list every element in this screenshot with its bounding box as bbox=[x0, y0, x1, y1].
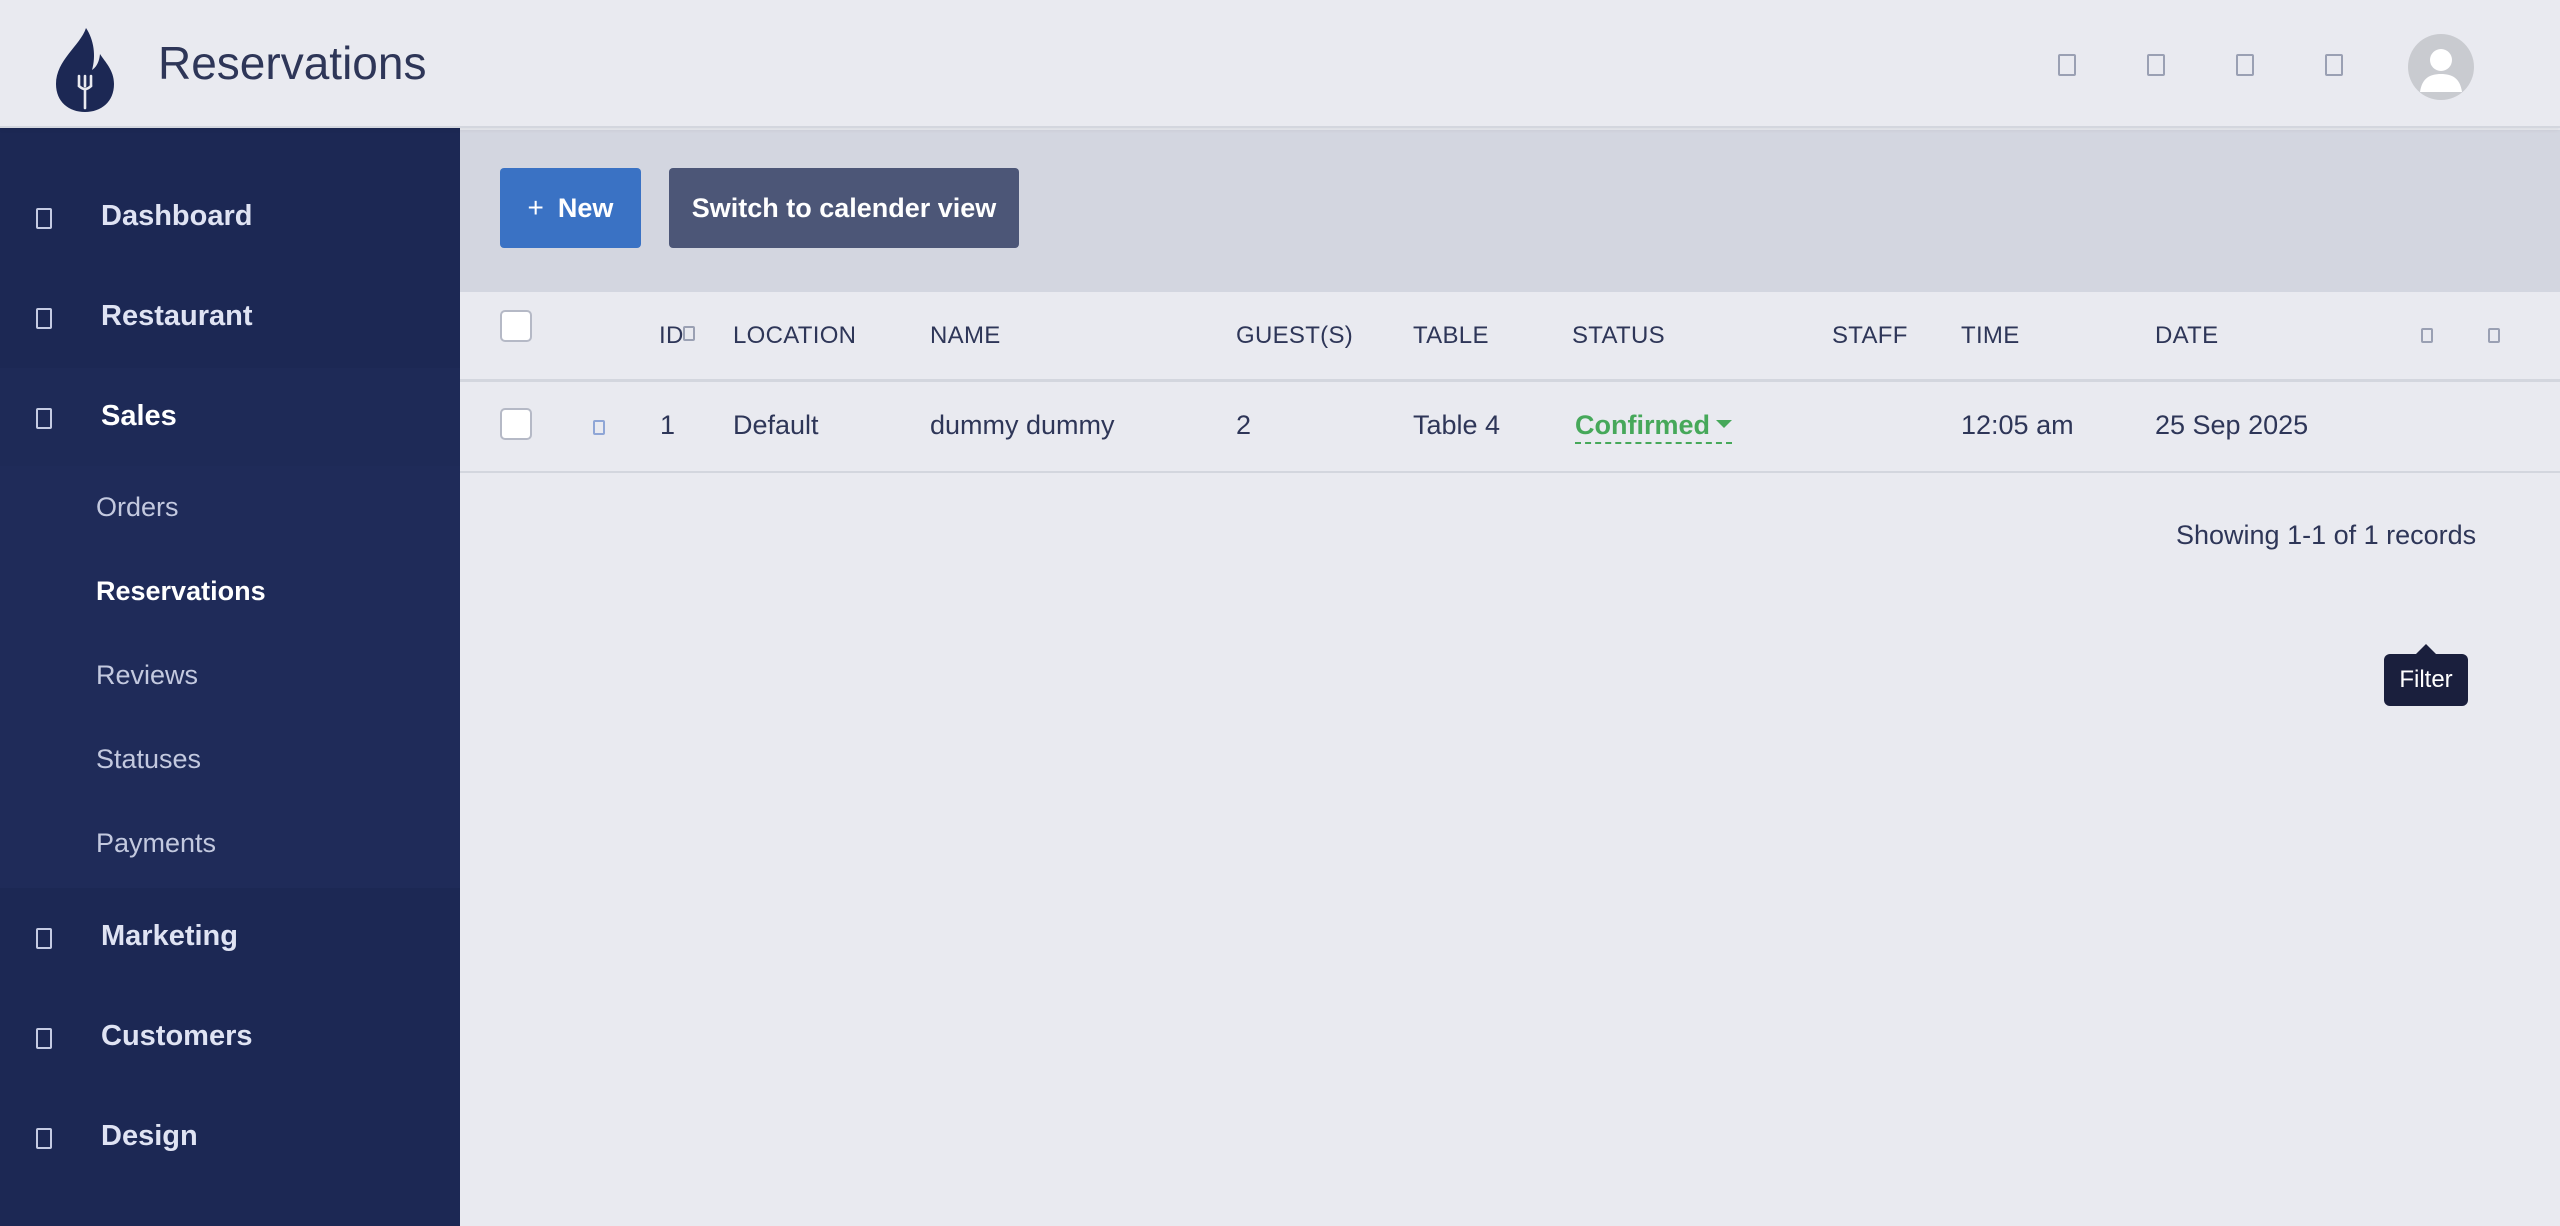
sales-icon bbox=[36, 408, 52, 429]
status-dropdown[interactable]: Confirmed bbox=[1575, 410, 1732, 444]
sidebar: Dashboard Restaurant Sales Orders Reserv… bbox=[0, 128, 460, 1226]
table-header: ID LOCATION NAME GUEST(S) TABLE STATUS S… bbox=[460, 292, 2560, 382]
column-header-id[interactable]: ID bbox=[659, 322, 684, 350]
cell-location: Default bbox=[733, 410, 819, 440]
new-button-label: New bbox=[557, 192, 614, 223]
sidebar-subitem-payments[interactable]: Payments bbox=[96, 828, 216, 859]
column-header-staff[interactable]: STAFF bbox=[1832, 322, 1908, 350]
sidebar-subitem-reservations[interactable]: Reservations bbox=[96, 576, 266, 607]
column-settings-icon[interactable] bbox=[2488, 328, 2500, 343]
switch-calendar-view-button[interactable]: Switch to calender view bbox=[669, 168, 1019, 248]
top-header: Reservations bbox=[0, 0, 2560, 128]
filter-tooltip: Filter bbox=[2384, 644, 2468, 706]
sidebar-subitem-reviews[interactable]: Reviews bbox=[96, 660, 198, 691]
new-button[interactable]: + New bbox=[500, 168, 641, 248]
sidebar-subitem-statuses[interactable]: Statuses bbox=[96, 744, 201, 775]
row-checkbox[interactable] bbox=[500, 408, 532, 440]
message-icon[interactable] bbox=[2147, 54, 2165, 76]
plus-icon: + bbox=[527, 192, 544, 223]
column-header-name[interactable]: NAME bbox=[930, 322, 1001, 350]
user-avatar-icon bbox=[2420, 49, 2462, 92]
sidebar-item-restaurant[interactable]: Restaurant bbox=[0, 268, 460, 368]
caret-down-icon bbox=[1716, 419, 1732, 428]
column-header-date[interactable]: DATE bbox=[2155, 322, 2218, 350]
column-header-location[interactable]: LOCATION bbox=[733, 322, 856, 350]
sidebar-subitem-orders[interactable]: Orders bbox=[96, 492, 179, 523]
user-avatar[interactable] bbox=[2408, 34, 2474, 100]
sidebar-item-marketing[interactable]: Marketing bbox=[0, 888, 460, 988]
column-header-table[interactable]: TABLE bbox=[1413, 322, 1489, 350]
cell-time: 12:05 am bbox=[1961, 410, 2074, 440]
pagination-summary: Showing 1-1 of 1 records bbox=[2176, 520, 2477, 550]
sidebar-item-dashboard[interactable]: Dashboard bbox=[0, 168, 460, 268]
status-label: Confirmed bbox=[1575, 410, 1710, 440]
page-title: Reservations bbox=[158, 37, 427, 89]
sidebar-item-label: Design bbox=[101, 1120, 198, 1152]
dashboard-icon bbox=[36, 208, 52, 229]
notification-icon[interactable] bbox=[2058, 54, 2076, 76]
cell-date: 25 Sep 2025 bbox=[2155, 410, 2309, 440]
flame-fork-icon[interactable] bbox=[50, 26, 120, 114]
sidebar-item-label: Marketing bbox=[101, 920, 238, 952]
sidebar-item-label: Dashboard bbox=[101, 200, 253, 232]
cell-name: dummy dummy bbox=[930, 410, 1115, 440]
switch-button-label: Switch to calender view bbox=[691, 192, 997, 223]
sidebar-item-sales[interactable]: Sales bbox=[0, 368, 460, 468]
column-header-guests[interactable]: GUEST(S) bbox=[1236, 322, 1353, 350]
sidebar-item-design[interactable]: Design bbox=[0, 1088, 460, 1188]
cell-table: Table 4 bbox=[1413, 410, 1501, 440]
column-header-time[interactable]: TIME bbox=[1961, 322, 2020, 350]
restaurant-icon bbox=[36, 308, 52, 329]
cell-id: 1 bbox=[660, 410, 676, 440]
sales-submenu: Orders Reservations Reviews Statuses Pay… bbox=[0, 466, 460, 888]
select-all-checkbox[interactable] bbox=[500, 310, 532, 342]
cell-guests: 2 bbox=[1236, 410, 1252, 440]
edit-icon[interactable] bbox=[593, 420, 605, 435]
column-header-status[interactable]: STATUS bbox=[1572, 322, 1665, 350]
list-toolbar: + New Switch to calender view bbox=[460, 130, 2560, 292]
sidebar-item-label: Sales bbox=[101, 400, 177, 432]
customers-icon bbox=[36, 1028, 52, 1049]
help-icon[interactable] bbox=[2325, 54, 2343, 76]
sidebar-item-label: Restaurant bbox=[101, 300, 253, 332]
sort-icon[interactable] bbox=[683, 326, 695, 341]
design-icon bbox=[36, 1128, 52, 1149]
marketing-icon bbox=[36, 928, 52, 949]
settings-icon[interactable] bbox=[2236, 54, 2254, 76]
filter-icon[interactable] bbox=[2421, 328, 2433, 343]
sidebar-item-label: Customers bbox=[101, 1020, 253, 1052]
sidebar-item-customers[interactable]: Customers bbox=[0, 988, 460, 1088]
table-row[interactable]: 1 Default dummy dummy 2 Table 4 Confirme… bbox=[460, 382, 2560, 473]
